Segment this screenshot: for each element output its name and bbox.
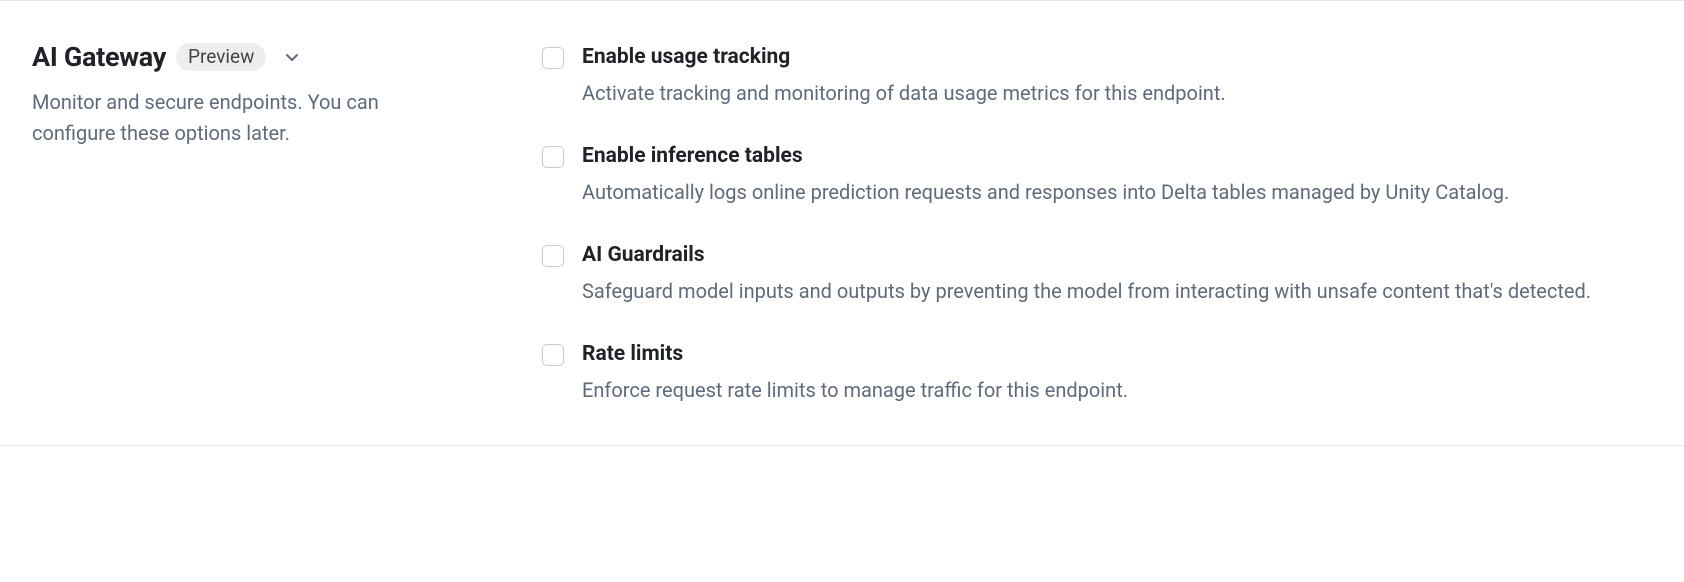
checkbox-inference-tables[interactable] bbox=[542, 146, 564, 168]
preview-badge: Preview bbox=[176, 43, 266, 72]
option-title: Rate limits bbox=[582, 342, 1652, 366]
option-body: Enable usage tracking Activate tracking … bbox=[582, 45, 1652, 108]
section-description: Monitor and secure endpoints. You can co… bbox=[32, 87, 462, 149]
option-description: Safeguard model inputs and outputs by pr… bbox=[582, 277, 1652, 306]
checkbox-usage-tracking[interactable] bbox=[542, 47, 564, 69]
section-title: AI Gateway bbox=[32, 41, 166, 73]
checkbox-ai-guardrails[interactable] bbox=[542, 245, 564, 267]
option-title: Enable inference tables bbox=[582, 144, 1652, 168]
option-description: Automatically logs online prediction req… bbox=[582, 178, 1652, 207]
ai-gateway-section: AI Gateway Preview Monitor and secure en… bbox=[0, 0, 1684, 446]
option-title: Enable usage tracking bbox=[582, 45, 1652, 69]
option-inference-tables: Enable inference tables Automatically lo… bbox=[542, 144, 1652, 207]
option-ai-guardrails: AI Guardrails Safeguard model inputs and… bbox=[542, 243, 1652, 306]
option-body: Enable inference tables Automatically lo… bbox=[582, 144, 1652, 207]
options-column: Enable usage tracking Activate tracking … bbox=[542, 41, 1652, 405]
option-description: Enforce request rate limits to manage tr… bbox=[582, 376, 1652, 405]
section-header-row: AI Gateway Preview bbox=[32, 41, 462, 73]
option-body: AI Guardrails Safeguard model inputs and… bbox=[582, 243, 1652, 306]
option-usage-tracking: Enable usage tracking Activate tracking … bbox=[542, 45, 1652, 108]
option-rate-limits: Rate limits Enforce request rate limits … bbox=[542, 342, 1652, 405]
section-header-column: AI Gateway Preview Monitor and secure en… bbox=[32, 41, 462, 405]
option-body: Rate limits Enforce request rate limits … bbox=[582, 342, 1652, 405]
option-title: AI Guardrails bbox=[582, 243, 1652, 267]
chevron-down-icon[interactable] bbox=[282, 47, 302, 67]
checkbox-rate-limits[interactable] bbox=[542, 344, 564, 366]
option-description: Activate tracking and monitoring of data… bbox=[582, 79, 1652, 108]
